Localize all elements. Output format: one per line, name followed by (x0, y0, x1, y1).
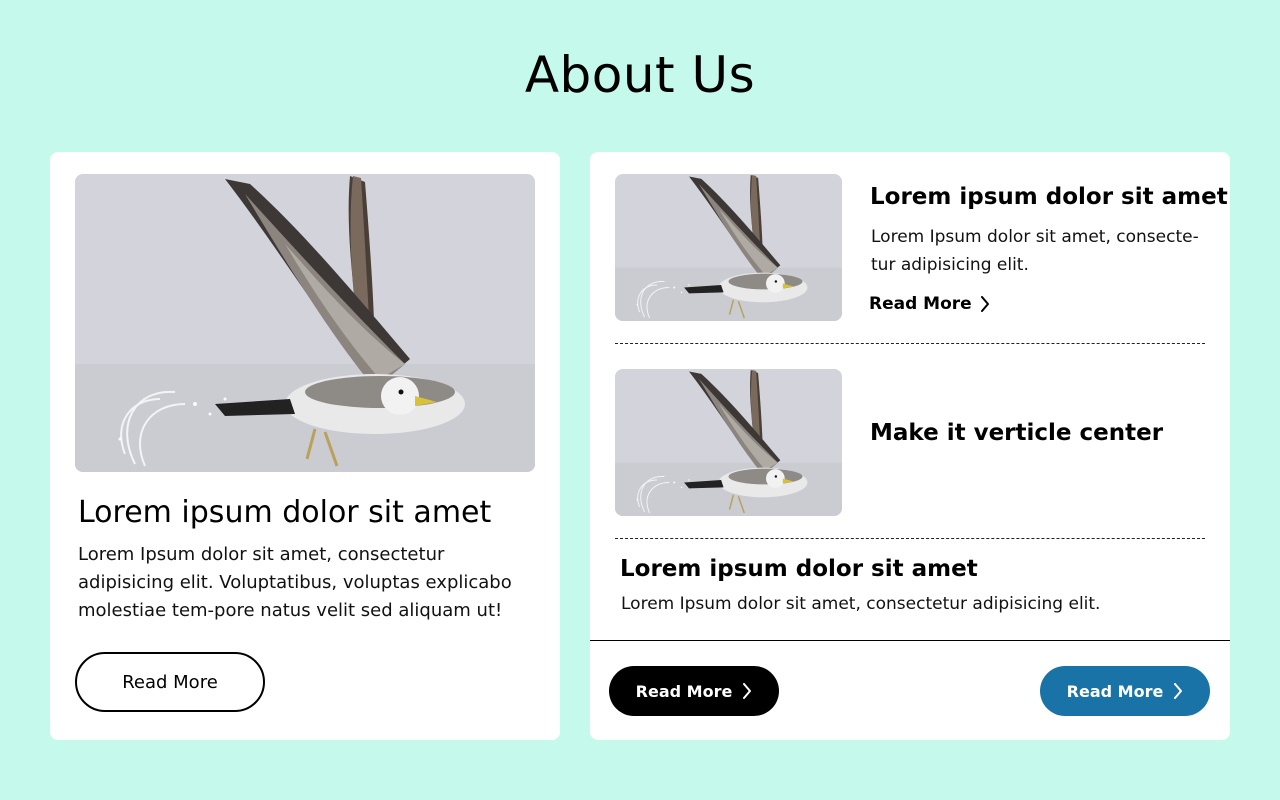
article-title: Lorem ipsum dolor sit amet (870, 184, 1228, 210)
article-description: Lorem Ipsum dolor sit amet, consectetur … (621, 594, 1101, 614)
read-more-label: Read More (869, 294, 972, 314)
chevron-right-icon (742, 683, 752, 699)
button-label: Read More (1066, 681, 1164, 701)
seagull-photo (615, 369, 842, 516)
read-more-dark-button[interactable]: Read More (609, 666, 779, 716)
chevron-right-icon (1173, 683, 1183, 699)
seagull-photo (615, 174, 842, 321)
button-label: Read More (635, 681, 733, 701)
featured-card: Lorem ipsum dolor sit amet Lorem Ipsum d… (50, 152, 560, 740)
seagull-photo (75, 174, 535, 472)
featured-description: Lorem Ipsum dolor sit amet, consectetur … (78, 544, 512, 621)
dashed-divider (615, 343, 1205, 344)
dashed-divider (615, 538, 1205, 539)
read-more-blue-button[interactable]: Read More (1040, 666, 1210, 716)
featured-title: Lorem ipsum dolor sit amet (78, 495, 492, 530)
footer-divider (590, 640, 1230, 641)
chevron-right-icon (980, 296, 990, 312)
article-description: Lorem Ipsum dolor sit amet, consecte-tur… (871, 227, 1199, 275)
read-more-link[interactable]: Read More (869, 294, 990, 314)
page-title: About Us (524, 46, 756, 104)
read-more-button[interactable]: Read More (75, 652, 265, 712)
article-title: Lorem ipsum dolor sit amet (620, 556, 978, 582)
article-list-card: Lorem ipsum dolor sit amet Lorem Ipsum d… (590, 152, 1230, 740)
article-title: Make it verticle center (870, 420, 1164, 446)
